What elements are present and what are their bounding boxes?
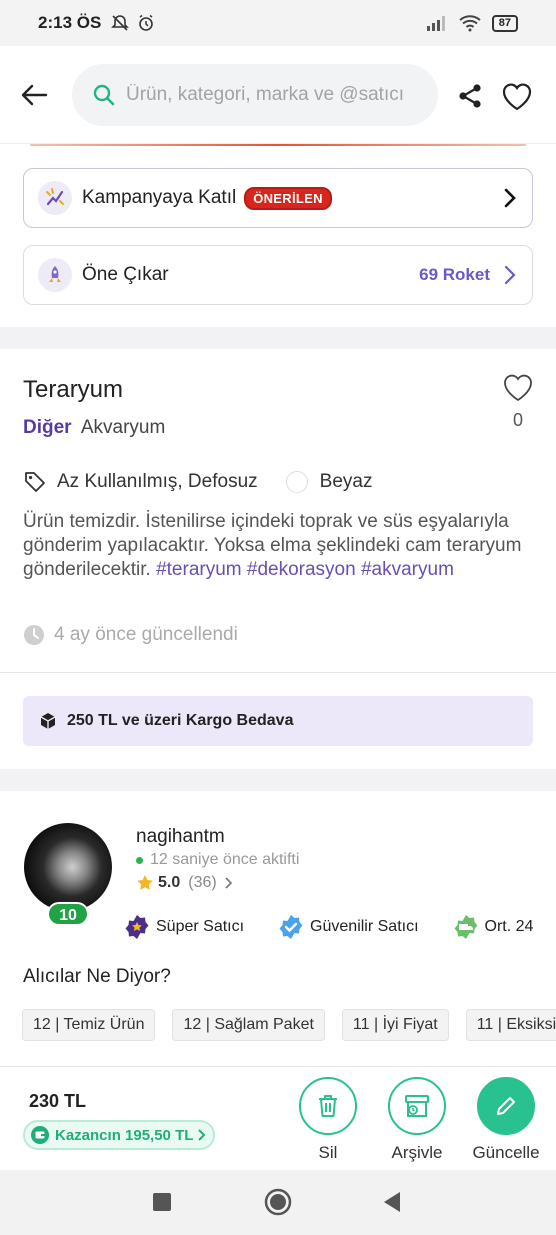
product-title: Teraryum — [23, 376, 124, 403]
seller-avatar[interactable] — [24, 823, 112, 911]
like-button[interactable] — [500, 371, 536, 408]
super-seller-label: Süper Satıcı — [156, 918, 245, 935]
archive-circle — [388, 1077, 446, 1135]
earnings-badge[interactable]: Kazancın 195,50 TL — [23, 1120, 216, 1150]
update-button[interactable]: Güncelle — [471, 1077, 541, 1163]
rating-count: (36) — [188, 874, 217, 891]
product-description: Ürün temizdir. İstenilirse içindeki topr… — [23, 510, 533, 582]
wifi-icon — [459, 15, 481, 32]
banner-edge — [30, 144, 526, 146]
review-chip[interactable]: 12 | Sağlam Paket — [172, 1009, 325, 1041]
updated-text: 4 ay önce güncellendi — [54, 624, 238, 645]
search-icon — [93, 84, 115, 106]
campaign-label: Kampanyaya Katıl — [82, 187, 237, 208]
recent-apps-icon[interactable] — [153, 1193, 171, 1211]
review-chip[interactable]: 12 | Temiz Ürün — [22, 1009, 156, 1041]
free-shipping-banner: 250 TL ve üzeri Kargo Bedava — [23, 696, 533, 746]
product-price: 230 TL — [29, 1091, 87, 1111]
search-input[interactable] — [126, 84, 416, 106]
heart-icon — [504, 374, 532, 402]
wallet-icon — [31, 1126, 49, 1144]
divider — [0, 672, 556, 673]
hashtag-link[interactable]: #dekorasyon — [247, 559, 356, 580]
highlight-button[interactable]: Öne Çıkar 69 Roket — [23, 245, 533, 305]
super-seller-badge[interactable]: Süper Satıcı — [124, 914, 244, 940]
clock-icon — [24, 625, 44, 645]
battery-indicator: 87 — [491, 14, 518, 32]
section-separator — [0, 769, 556, 791]
tag-icon — [25, 472, 45, 492]
rocket-cost: 69 Roket — [419, 265, 490, 284]
back-arrow-icon[interactable] — [18, 78, 52, 112]
trusted-seller-label: Güvenilir Satıcı — [310, 918, 419, 935]
archive-button[interactable]: Arşivle — [382, 1077, 452, 1163]
earnings-text: Kazancın 195,50 TL — [55, 1126, 194, 1144]
super-seller-icon — [125, 915, 149, 939]
shipping-truck-icon — [454, 915, 478, 939]
like-count: 0 — [512, 410, 523, 430]
favorite-heart-icon[interactable] — [500, 80, 534, 112]
status-time: 2:13 ÖS — [38, 13, 102, 32]
edit-pencil-icon — [497, 1097, 515, 1115]
recommended-badge: ÖNERİLEN — [244, 186, 332, 210]
delete-label: Sil — [318, 1143, 338, 1162]
category-sub-link[interactable]: Akvaryum — [81, 417, 165, 438]
section-separator — [0, 327, 556, 349]
top-bar — [0, 46, 556, 144]
free-shipping-text: 250 TL ve üzeri Kargo Bedava — [67, 712, 294, 729]
seller-level-badge: 10 — [47, 902, 89, 926]
back-triangle-icon[interactable] — [382, 1191, 402, 1213]
chevron-right-icon — [225, 877, 232, 889]
product-attributes: Az Kullanılmış, Defosuz Beyaz — [23, 470, 372, 494]
archive-icon — [405, 1095, 429, 1117]
condition-text: Az Kullanılmış, Defosuz — [57, 471, 258, 492]
review-chips: 12 | Temiz Ürün 12 | Sağlam Paket 11 | İ… — [22, 1009, 556, 1041]
rating-value: 5.0 — [158, 874, 181, 891]
hashtag-link[interactable]: #akvaryum — [361, 559, 454, 580]
package-icon — [40, 713, 56, 729]
review-chip[interactable]: 11 | Eksiksiz — [465, 1009, 556, 1041]
campaign-icon — [38, 181, 72, 215]
delete-button[interactable]: Sil — [293, 1077, 363, 1163]
mute-bell-icon — [111, 15, 130, 31]
archive-label: Arşivle — [391, 1143, 443, 1162]
home-icon[interactable] — [264, 1188, 292, 1216]
status-bar: 2:13 ÖS 87 — [0, 0, 556, 46]
review-chip[interactable]: 11 | İyi Fiyat — [341, 1009, 449, 1041]
delete-circle — [299, 1077, 357, 1135]
updated-time: 4 ay önce güncellendi — [23, 624, 238, 646]
update-label: Güncelle — [472, 1143, 540, 1162]
avg-shipping-label: Ort. 24 — [484, 918, 534, 935]
highlight-label: Öne Çıkar — [82, 264, 169, 285]
trusted-seller-badge[interactable]: Güvenilir Satıcı — [278, 914, 419, 940]
color-swatch — [285, 471, 308, 493]
hashtag-link[interactable]: #teraryum — [156, 559, 242, 580]
join-campaign-button[interactable]: Kampanyaya Katıl ÖNERİLEN — [23, 168, 533, 228]
last-active-text: 12 saniye önce aktifti — [150, 851, 300, 868]
bottom-action-bar: 230 TL Kazancın 195,50 TL Sil Arşivle Gü… — [0, 1066, 556, 1170]
seller-rating[interactable]: 5.0 (36) — [136, 874, 235, 892]
update-circle — [477, 1077, 535, 1135]
seller-badges: Süper Satıcı Güvenilir Satıcı Ort. 24 — [124, 912, 556, 942]
star-icon — [137, 875, 153, 890]
seller-name[interactable]: nagihantm — [136, 826, 225, 848]
system-nav-bar — [0, 1170, 556, 1235]
category-breadcrumb: Diğer Akvaryum — [23, 417, 165, 439]
category-main-link[interactable]: Diğer — [23, 417, 72, 438]
search-bar[interactable] — [72, 64, 438, 126]
alarm-icon — [139, 14, 154, 31]
seller-activity: 12 saniye önce aktifti — [136, 851, 299, 869]
color-text: Beyaz — [319, 471, 373, 492]
chevron-right-icon — [198, 1129, 206, 1141]
avg-shipping-badge[interactable]: Ort. 24 — [453, 914, 534, 940]
chevron-right-icon — [504, 188, 516, 208]
reviews-title: Alıcılar Ne Diyor? — [23, 966, 171, 987]
online-indicator — [136, 856, 143, 864]
rocket-icon — [38, 258, 72, 292]
chevron-right-icon — [504, 265, 516, 285]
signal-icon — [426, 16, 445, 31]
verified-seller-icon — [279, 915, 303, 939]
trash-icon — [319, 1095, 337, 1117]
share-icon[interactable] — [456, 82, 484, 110]
